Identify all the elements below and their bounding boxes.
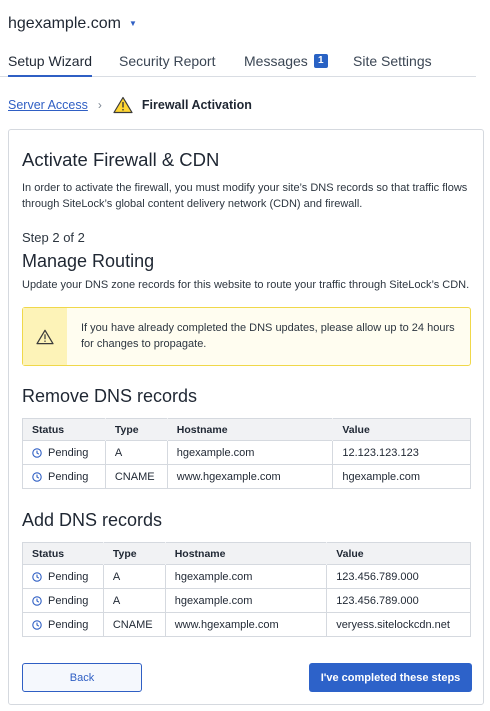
- clock-icon: [32, 447, 42, 458]
- record-value: veryess.sitelockcdn.net: [326, 612, 471, 637]
- column-header: Hostname: [164, 542, 327, 565]
- propagation-alert: If you have already completed the DNS up…: [22, 307, 471, 366]
- status-pending: Pending: [32, 447, 105, 459]
- record-type: A: [104, 440, 168, 465]
- tab-label: Security Report: [119, 53, 216, 69]
- record-value: 12.123.123.123: [332, 440, 471, 465]
- site-name: hgexample.com: [8, 15, 121, 32]
- remove-dns-title: Remove DNS records: [22, 386, 198, 406]
- add-dns-title: Add DNS records: [22, 510, 163, 530]
- record-type: A: [102, 588, 166, 613]
- status-pending: Pending: [32, 571, 103, 583]
- record-hostname: hgexample.com: [164, 564, 327, 589]
- record-value: hgexample.com: [332, 464, 471, 489]
- record-value: 123.456.789.000: [326, 588, 471, 613]
- column-header: Status: [22, 542, 104, 565]
- clock-icon: [32, 595, 42, 606]
- column-header: Value: [332, 418, 471, 441]
- table-row: Pending A hgexample.com 123.456.789.000: [22, 564, 471, 589]
- section-description: Update your DNS zone records for this we…: [22, 279, 470, 291]
- status-pending: Pending: [32, 595, 103, 607]
- remove-dns-table: Status Type Hostname Value Pending A hge…: [22, 418, 471, 489]
- section-title: Manage Routing: [22, 251, 155, 271]
- tab-label: Site Settings: [353, 53, 432, 69]
- add-dns-table: Status Type Hostname Value Pending A hge…: [22, 542, 471, 637]
- record-type: CNAME: [102, 612, 166, 637]
- record-hostname: hgexample.com: [164, 588, 327, 613]
- back-button[interactable]: Back: [22, 663, 142, 692]
- tab-site-settings[interactable]: Site Settings: [353, 46, 432, 76]
- alert-text: If you have already completed the DNS up…: [81, 322, 455, 350]
- breadcrumb-server-access-link[interactable]: Server Access: [8, 98, 88, 112]
- step-indicator: Step 2 of 2: [22, 230, 85, 245]
- warning-triangle-icon: [113, 96, 133, 114]
- breadcrumb: Server Access › Firewall Activation: [8, 96, 252, 114]
- tab-label: Setup Wizard: [8, 52, 93, 69]
- table-row: Pending CNAME www.hgexample.com veryess.…: [22, 612, 471, 637]
- main-tabs: Setup Wizard Security Report Messages 1 …: [0, 46, 476, 77]
- warning-triangle-icon: [36, 329, 54, 344]
- record-type: CNAME: [104, 464, 168, 489]
- breadcrumb-current: Firewall Activation: [141, 98, 252, 112]
- column-header: Type: [104, 418, 168, 441]
- record-hostname: hgexample.com: [166, 440, 333, 465]
- clock-icon: [32, 619, 42, 630]
- record-hostname: www.hgexample.com: [166, 464, 333, 489]
- table-row: Pending A hgexample.com 123.456.789.000: [22, 588, 471, 613]
- clock-icon: [32, 571, 42, 582]
- table-row: Pending CNAME www.hgexample.com hgexampl…: [22, 464, 471, 489]
- tab-security-report[interactable]: Security Report: [119, 46, 215, 76]
- tab-label: Messages: [244, 53, 308, 69]
- intro-text: In order to activate the firewall, you m…: [22, 182, 468, 210]
- messages-count-badge: 1: [313, 54, 328, 68]
- column-header: Value: [326, 542, 471, 565]
- record-hostname: www.hgexample.com: [164, 612, 327, 637]
- record-value: 123.456.789.000: [326, 564, 471, 589]
- chevron-right-icon: ›: [97, 98, 102, 112]
- status-pending: Pending: [32, 471, 105, 483]
- alert-icon-area: [23, 308, 67, 365]
- status-pending: Pending: [32, 619, 103, 631]
- table-row: Pending A hgexample.com 12.123.123.123: [22, 440, 471, 465]
- record-type: A: [102, 564, 166, 589]
- caret-down-icon[interactable]: ▼: [129, 20, 137, 28]
- site-selector[interactable]: hgexample.com ▼: [8, 15, 137, 33]
- tab-messages[interactable]: Messages 1: [244, 46, 328, 76]
- tab-setup-wizard[interactable]: Setup Wizard: [8, 46, 93, 77]
- column-header: Hostname: [166, 418, 333, 441]
- clock-icon: [32, 471, 42, 482]
- firewall-activation-card: Activate Firewall & CDN In order to acti…: [8, 129, 484, 705]
- column-header: Type: [102, 542, 166, 565]
- column-header: Status: [22, 418, 106, 441]
- page-title: Activate Firewall & CDN: [22, 149, 220, 170]
- completed-steps-button[interactable]: I've completed these steps: [309, 663, 472, 692]
- table-header-row: Status Type Hostname Value: [22, 418, 471, 441]
- table-header-row: Status Type Hostname Value: [22, 542, 471, 565]
